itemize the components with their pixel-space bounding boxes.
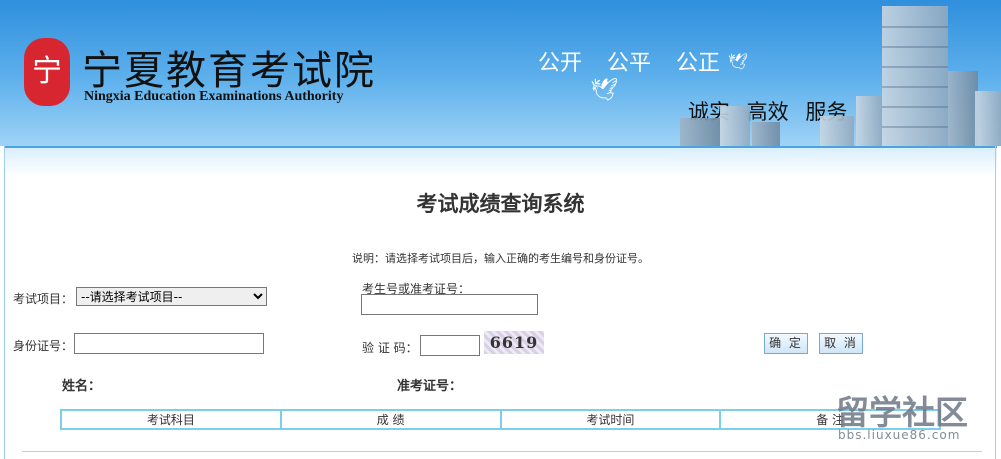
ticket-number-label: 准考证号： xyxy=(397,379,463,394)
column-subject: 考试科目 xyxy=(60,409,282,430)
captcha-label: 验 证 码： xyxy=(362,341,418,355)
slogan-top: 公开 公平 公正 xyxy=(538,51,720,76)
score-table: 考试科目 成 绩 考试时间 备 注 xyxy=(60,409,941,430)
exam-select[interactable]: --请选择考试项目-- xyxy=(76,287,267,306)
logo-english-name: Ningxia Education Examinations Authority xyxy=(84,89,344,104)
column-exam-time: 考试时间 xyxy=(499,409,722,430)
exam-label: 考试项目： xyxy=(13,292,74,306)
watermark-url: bbs.liuxue86.com xyxy=(838,428,961,442)
dove-icon: 🕊 xyxy=(728,52,749,71)
divider xyxy=(22,451,982,452)
captcha-input[interactable] xyxy=(420,335,480,356)
confirm-button[interactable]: 确 定 xyxy=(764,333,808,354)
seal-logo: 宁 xyxy=(24,38,70,106)
candidate-number-input[interactable] xyxy=(361,294,538,315)
header-banner: 宁 宁夏教育考试院 Ningxia Education Examinations… xyxy=(0,0,1001,146)
page-title: 考试成绩查询系统 xyxy=(416,192,585,216)
cancel-button[interactable]: 取 消 xyxy=(819,333,863,354)
instruction-note: 说明：请选择考试项目后，输入正确的考生编号和身份证号。 xyxy=(352,252,649,265)
captcha-image[interactable]: 6619 xyxy=(484,331,544,354)
table-header-row: 考试科目 成 绩 考试时间 备 注 xyxy=(60,409,941,430)
column-score: 成 绩 xyxy=(279,409,502,430)
id-number-label: 身份证号： xyxy=(13,339,74,353)
watermark-logo: 留学社区 xyxy=(836,393,968,432)
id-number-input[interactable] xyxy=(74,333,264,354)
name-label: 姓名： xyxy=(62,379,102,394)
dove-icon: 🕊 xyxy=(590,78,618,103)
logo-chinese-name: 宁夏教育考试院 xyxy=(82,48,376,94)
